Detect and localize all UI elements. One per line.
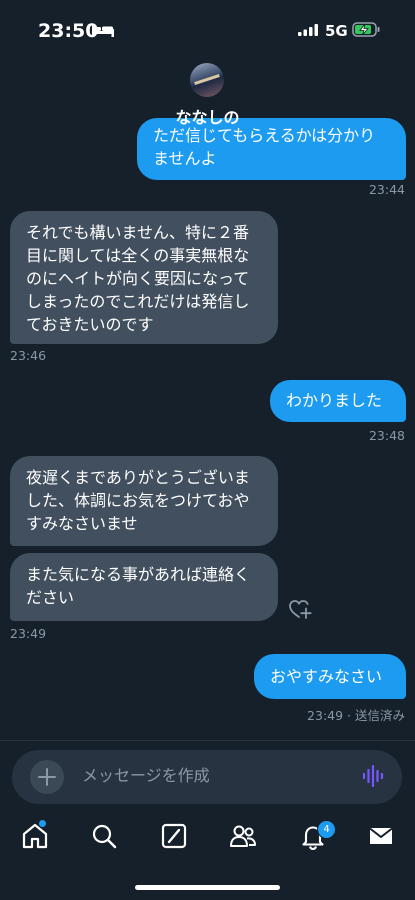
messages-envelope-icon[interactable] [366, 821, 396, 851]
message-timestamp: 23:46 [10, 348, 47, 363]
bed-icon [92, 24, 114, 37]
add-media-button[interactable] [30, 760, 64, 794]
battery-charging-icon [352, 22, 380, 37]
message-line: また気になる事があれば連絡く [26, 565, 251, 584]
message-bubble-incoming[interactable]: 夜遅くまでありがとうございま した、体調にお気をつけておや すみなさいませ [10, 456, 278, 546]
message-line: ておきたいのです [26, 315, 154, 334]
message-delivery-status: 23:49 · 送信済み [307, 708, 405, 723]
home-indicator[interactable] [135, 885, 280, 890]
status-bar: 23:50 5G [0, 0, 415, 58]
plus-icon [38, 768, 56, 786]
message-bubble-incoming[interactable]: また気になる事があれば連絡く ださい [10, 553, 278, 621]
message-timestamp: 23:48 [368, 428, 405, 443]
message-line: した、体調にお気をつけておや [26, 491, 250, 510]
message-timestamp: 23:44 [368, 182, 405, 197]
grok-icon[interactable] [159, 821, 189, 851]
message-line: しまったのでこれだけは発信し [26, 292, 250, 311]
message-line: すみなさいませ [26, 514, 138, 533]
search-icon[interactable] [89, 821, 119, 851]
message-list[interactable]: ただ信じてもらえるかは分かり ませんよ 23:44 それでも構いません、特に２番… [0, 68, 415, 740]
voice-message-icon[interactable] [362, 764, 384, 788]
message-line: わかりました [286, 391, 383, 410]
message-line: ださい [26, 588, 75, 607]
message-line: おやすみなさい [270, 667, 383, 686]
contact-avatar[interactable] [190, 63, 224, 97]
message-bubble-outgoing[interactable]: わかりました [270, 380, 406, 422]
communities-icon[interactable] [228, 821, 258, 851]
message-line: 目に関しては全くの事実無根な [26, 246, 250, 265]
message-line: 夜遅くまでありがとうございま [26, 468, 250, 487]
message-input[interactable] [82, 766, 352, 785]
message-timestamp: 23:49 [10, 626, 47, 641]
message-bubble-incoming[interactable]: それでも構いません、特に２番 目に関しては全くの事実無根な のにヘイトが向く要因… [10, 211, 278, 344]
message-line: ませんよ [153, 149, 217, 168]
message-composer [12, 750, 402, 804]
home-unread-dot [39, 820, 46, 827]
signal-icon [298, 24, 318, 36]
status-time: 23:50 [38, 20, 99, 42]
add-reaction-heart-icon[interactable] [288, 598, 312, 620]
composer-area [0, 740, 415, 807]
notification-badge: 4 [317, 820, 336, 839]
home-icon[interactable] [20, 821, 50, 851]
contact-name[interactable]: ななしの [0, 104, 415, 128]
bottom-tab-bar: 4 [0, 807, 415, 867]
network-label: 5G [325, 22, 348, 40]
message-line: のにヘイトが向く要因になって [26, 269, 250, 288]
message-line: それでも構いません、特に２番 [26, 223, 250, 242]
message-bubble-outgoing[interactable]: おやすみなさい [254, 654, 406, 699]
